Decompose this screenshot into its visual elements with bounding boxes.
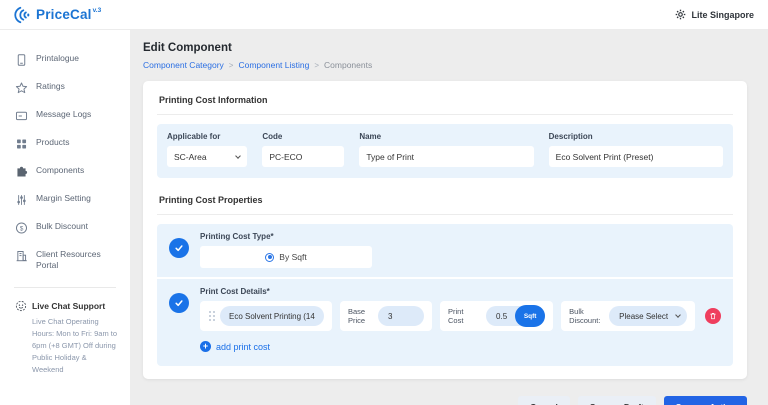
info-section-title: Printing Cost Information — [157, 93, 733, 115]
by-sqft-label: By Sqft — [279, 252, 306, 262]
svg-text:$: $ — [20, 225, 24, 232]
trash-icon — [709, 312, 717, 320]
breadcrumb-separator: > — [314, 61, 319, 70]
chevron-down-icon — [235, 153, 241, 159]
bulk-discount-select[interactable]: Please Select — [609, 306, 687, 326]
message-icon — [15, 109, 28, 123]
add-print-cost-link[interactable]: + add print cost — [200, 341, 270, 352]
check-icon — [174, 298, 184, 308]
logo-soundwave-icon — [14, 6, 31, 24]
region-selector[interactable]: Lite Singapore — [675, 9, 754, 20]
logo-version: v.3 — [93, 7, 102, 14]
check-icon — [174, 243, 184, 253]
top-header: PriceCalv.3 Lite Singapore — [0, 0, 768, 30]
print-cost-box: Print Cost 0.5 Sqft — [440, 301, 553, 331]
applicable-for-label: Applicable for — [167, 132, 247, 141]
description-label: Description — [549, 132, 723, 141]
sliders-icon — [15, 193, 28, 207]
star-icon — [15, 81, 28, 95]
cost-type-option-box: By Sqft — [200, 246, 372, 268]
cost-details-check-toggle[interactable] — [169, 293, 189, 313]
footer-actions: Cancel Save as Draft Save as Active — [143, 396, 747, 405]
page-title: Edit Component — [143, 42, 747, 54]
name-input[interactable] — [359, 146, 533, 167]
properties-section-title: Printing Cost Properties — [157, 193, 733, 215]
edit-component-card: Printing Cost Information Applicable for… — [143, 81, 747, 379]
breadcrumb-component-category[interactable]: Component Category — [143, 60, 224, 70]
save-as-draft-button[interactable]: Save as Draft — [578, 396, 656, 405]
logo-text: PriceCal — [36, 7, 92, 22]
sidebar-item-message-logs[interactable]: Message Logs — [0, 102, 130, 130]
base-price-box: Base Price 3 — [340, 301, 432, 331]
code-label: Code — [262, 132, 344, 141]
name-label: Name — [359, 132, 533, 141]
dollar-circle-icon: $ — [15, 221, 28, 235]
print-cost-details-label: Print Cost Details* — [200, 287, 721, 296]
support-hours: Live Chat Operating Hours: Mon to Fri: 9… — [32, 316, 118, 376]
bulk-discount-label: Bulk Discount: — [569, 307, 603, 325]
print-name-input[interactable] — [220, 306, 324, 326]
sidebar-item-margin-setting[interactable]: Margin Setting — [0, 186, 130, 214]
building-icon — [15, 249, 28, 263]
chat-smile-icon — [15, 300, 27, 312]
base-price-label: Base Price — [348, 307, 372, 325]
main-content: Edit Component Component Category > Comp… — [130, 30, 768, 405]
breadcrumb-components: Components — [324, 60, 372, 70]
by-sqft-radio[interactable] — [265, 253, 274, 262]
description-input[interactable] — [549, 146, 723, 167]
delete-print-cost-button[interactable] — [705, 308, 721, 324]
sidebar-item-ratings[interactable]: Ratings — [0, 74, 130, 102]
cancel-button[interactable]: Cancel — [518, 396, 570, 405]
base-price-value[interactable]: 3 — [378, 306, 424, 326]
grid-icon — [15, 137, 28, 151]
sidebar-item-printalogue[interactable]: Printalogue — [0, 46, 130, 74]
sidebar-divider — [14, 287, 116, 288]
print-cost-label: Print Cost — [448, 307, 480, 325]
printing-cost-type-row: Printing Cost Type* By Sqft — [157, 224, 733, 277]
puzzle-icon — [15, 165, 28, 179]
sidebar-item-client-resources-portal[interactable]: Client Resources Portal — [0, 242, 130, 277]
save-as-active-button[interactable]: Save as Active — [664, 396, 747, 405]
printing-cost-type-label: Printing Cost Type* — [200, 232, 721, 241]
chevron-down-icon — [675, 312, 681, 318]
cost-type-check-toggle[interactable] — [169, 238, 189, 258]
drag-handle-icon[interactable] — [209, 311, 211, 313]
print-cost-value[interactable]: 0.5 — [496, 312, 507, 321]
live-chat-support[interactable]: Live Chat Support Live Chat Operating Ho… — [0, 300, 130, 376]
breadcrumb: Component Category > Component Listing >… — [143, 60, 747, 70]
sqft-unit-button[interactable]: Sqft — [515, 305, 545, 327]
sidebar-item-components[interactable]: Components — [0, 158, 130, 186]
applicable-for-select[interactable]: SC-Area — [167, 146, 247, 167]
printalogue-icon — [15, 53, 28, 67]
app-logo[interactable]: PriceCalv.3 — [14, 6, 101, 24]
sidebar-item-bulk-discount[interactable]: $ Bulk Discount — [0, 214, 130, 242]
region-label: Lite Singapore — [691, 10, 754, 20]
print-name-box — [200, 301, 332, 331]
plus-circle-icon: + — [200, 341, 211, 352]
print-cost-details-row: Print Cost Details* Base Price 3 Print C… — [157, 279, 733, 366]
sidebar: Printalogue Ratings Message Logs Product… — [0, 30, 130, 405]
support-title: Live Chat Support — [32, 301, 105, 311]
bulk-discount-box: Bulk Discount: Please Select — [561, 301, 695, 331]
breadcrumb-component-listing[interactable]: Component Listing — [238, 60, 309, 70]
print-cost-detail-item: Base Price 3 Print Cost 0.5 Sqft Bulk Di… — [200, 301, 721, 331]
print-cost-value-pill: 0.5 Sqft — [486, 306, 545, 326]
breadcrumb-separator: > — [229, 61, 234, 70]
code-input[interactable] — [262, 146, 344, 167]
info-fields-row: Applicable for SC-Area Code Name Descrip… — [157, 124, 733, 178]
sidebar-item-products[interactable]: Products — [0, 130, 130, 158]
gear-icon — [675, 9, 686, 20]
